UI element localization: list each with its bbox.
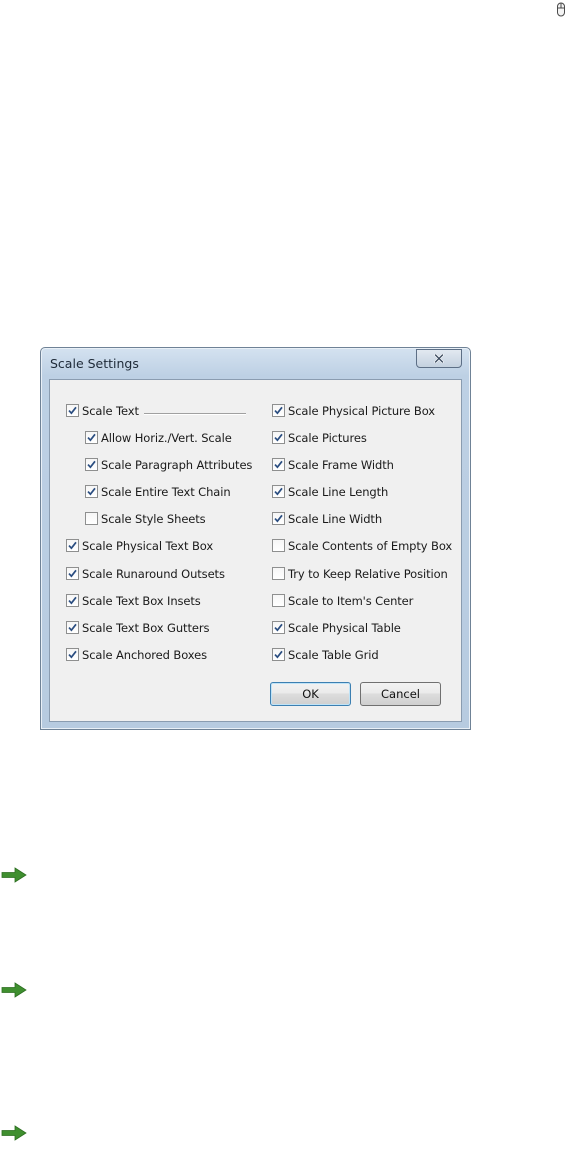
checkbox-checked-icon[interactable] (272, 621, 285, 634)
checkbox-label: Scale Text Box Gutters (82, 620, 210, 635)
checkbox-scale-line-width[interactable]: Scale Line Width (272, 511, 382, 526)
checkbox-label: Try to Keep Relative Position (288, 566, 448, 581)
cancel-button[interactable]: Cancel (360, 682, 441, 706)
checkbox-scale-text[interactable]: Scale Text (66, 403, 139, 418)
checkbox-scale-paragraph-attributes[interactable]: Scale Paragraph Attributes (85, 457, 252, 472)
checkbox-scale-frame-width[interactable]: Scale Frame Width (272, 457, 394, 472)
checkbox-label: Scale Physical Text Box (82, 538, 214, 553)
checkbox-scale-anchored-boxes[interactable]: Scale Anchored Boxes (66, 647, 207, 662)
dialog-titlebar[interactable]: Scale Settings (41, 348, 470, 380)
checkbox-scale-text-box-gutters[interactable]: Scale Text Box Gutters (66, 620, 209, 635)
checkbox-label: Scale Anchored Boxes (82, 647, 207, 662)
checkbox-checked-icon[interactable] (66, 567, 79, 580)
checkbox-scale-physical-picture-box[interactable]: Scale Physical Picture Box (272, 403, 435, 418)
checkbox-label: Scale Frame Width (288, 457, 394, 472)
checkbox-checked-icon[interactable] (272, 458, 285, 471)
checkbox-label: Scale Line Width (288, 511, 383, 526)
checkbox-scale-to-item-s-center[interactable]: Scale to Item's Center (272, 593, 413, 608)
checkbox-checked-icon[interactable] (272, 431, 285, 444)
checkbox-checked-icon[interactable] (85, 485, 98, 498)
checkbox-unchecked-icon[interactable] (272, 594, 285, 607)
checkbox-allow-horiz-vert-scale[interactable]: Allow Horiz./Vert. Scale (85, 430, 232, 445)
close-icon (434, 354, 444, 363)
checkbox-unchecked-icon[interactable] (85, 512, 98, 525)
checkbox-label: Scale Text Box Insets (82, 593, 201, 608)
checkbox-label: Scale Text (82, 403, 139, 418)
checkbox-label: Allow Horiz./Vert. Scale (101, 430, 232, 445)
checkbox-scale-line-length[interactable]: Scale Line Length (272, 484, 388, 499)
green-right-arrow-icon (1, 867, 27, 883)
checkbox-scale-physical-table[interactable]: Scale Physical Table (272, 620, 401, 635)
checkbox-checked-icon[interactable] (66, 404, 79, 417)
checkbox-checked-icon[interactable] (272, 512, 285, 525)
ok-button[interactable]: OK (270, 682, 351, 706)
checkbox-checked-icon[interactable] (66, 594, 79, 607)
checkbox-checked-icon[interactable] (272, 485, 285, 498)
mouse-icon (557, 2, 565, 17)
checkbox-scale-runaround-outsets[interactable]: Scale Runaround Outsets (66, 566, 225, 581)
checkbox-try-to-keep-relative-position[interactable]: Try to Keep Relative Position (272, 566, 448, 581)
checkbox-scale-physical-text-box[interactable]: Scale Physical Text Box (66, 538, 213, 553)
checkbox-unchecked-icon[interactable] (272, 567, 285, 580)
checkbox-checked-icon[interactable] (272, 404, 285, 417)
checkbox-label: Scale Style Sheets (101, 511, 206, 526)
checkbox-scale-table-grid[interactable]: Scale Table Grid (272, 647, 379, 662)
checkbox-checked-icon[interactable] (66, 539, 79, 552)
checkbox-label: Scale Table Grid (288, 647, 379, 662)
checkbox-unchecked-icon[interactable] (272, 539, 285, 552)
checkbox-label: Scale Pictures (288, 430, 367, 445)
checkbox-checked-icon[interactable] (85, 458, 98, 471)
scale-text-separator (144, 413, 246, 415)
green-right-arrow-icon (1, 1125, 27, 1141)
checkbox-scale-pictures[interactable]: Scale Pictures (272, 430, 367, 445)
checkbox-scale-contents-of-empty-box[interactable]: Scale Contents of Empty Box (272, 538, 452, 553)
checkbox-label: Scale Physical Table (288, 620, 401, 635)
checkbox-label: Scale Contents of Empty Box (288, 538, 453, 553)
checkbox-label: Scale Line Length (288, 484, 389, 499)
close-button[interactable] (416, 349, 462, 368)
checkbox-scale-style-sheets[interactable]: Scale Style Sheets (85, 511, 206, 526)
dialog-title: Scale Settings (50, 356, 139, 371)
checkbox-label: Scale Entire Text Chain (101, 484, 231, 499)
checkbox-label: Scale Physical Picture Box (288, 403, 436, 418)
checkbox-label: Scale Paragraph Attributes (101, 457, 253, 472)
checkbox-checked-icon[interactable] (272, 648, 285, 661)
checkbox-label: Scale Runaround Outsets (82, 566, 225, 581)
checkbox-label: Scale to Item's Center (288, 593, 414, 608)
checkbox-checked-icon[interactable] (85, 431, 98, 444)
green-right-arrow-icon (1, 982, 27, 998)
checkbox-scale-text-box-insets[interactable]: Scale Text Box Insets (66, 593, 201, 608)
checkbox-checked-icon[interactable] (66, 621, 79, 634)
checkbox-checked-icon[interactable] (66, 648, 79, 661)
checkbox-scale-entire-text-chain[interactable]: Scale Entire Text Chain (85, 484, 231, 499)
